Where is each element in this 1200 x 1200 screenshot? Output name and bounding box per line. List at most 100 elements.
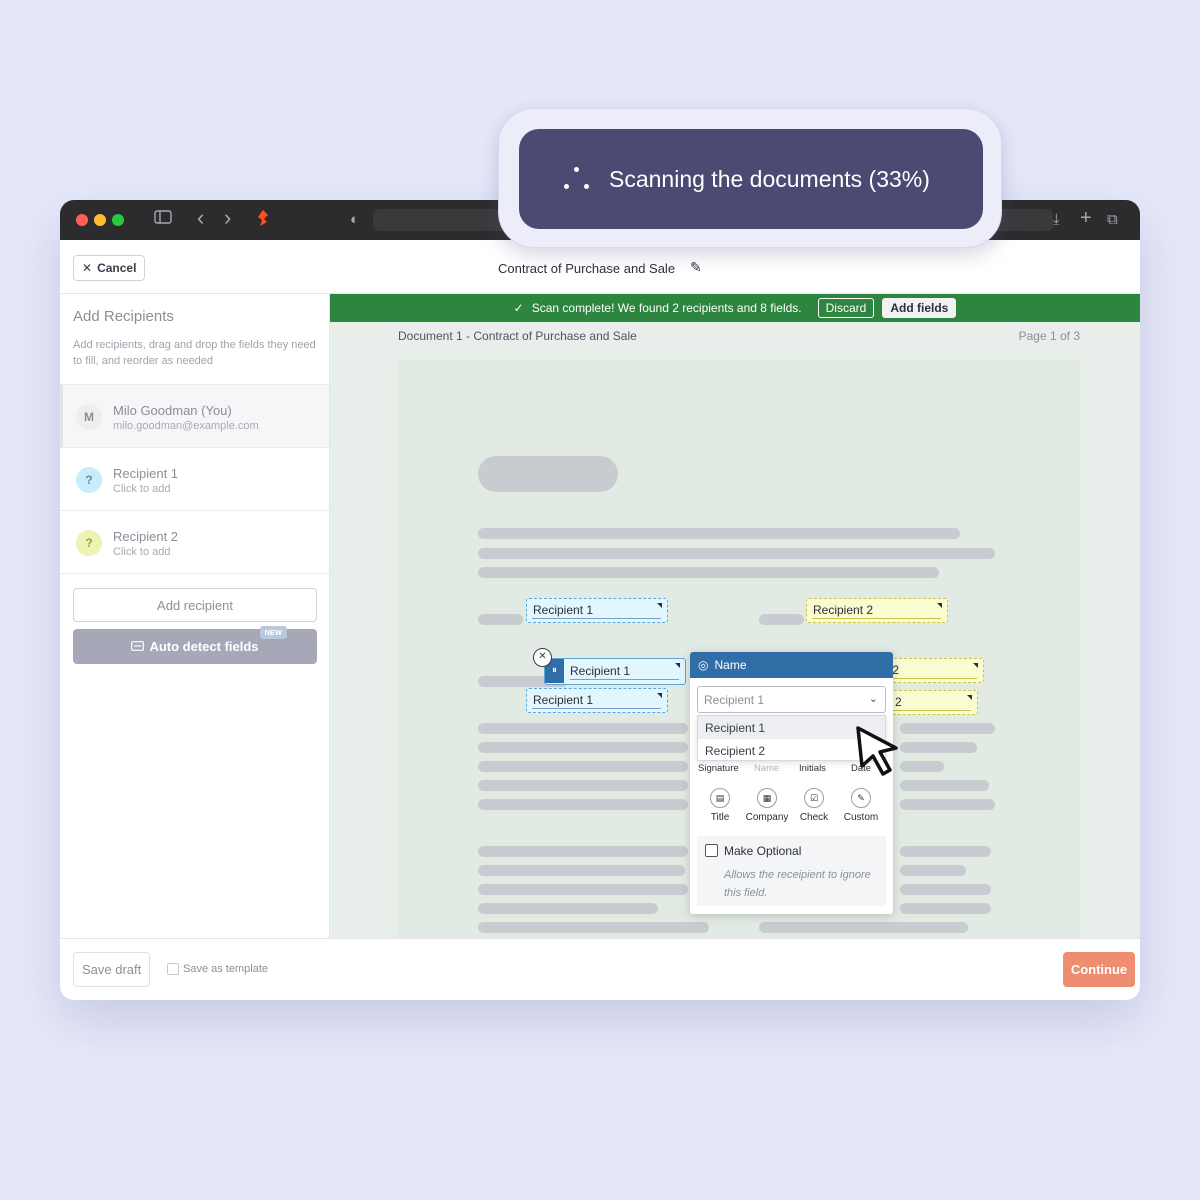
- placeholder-line: [900, 884, 991, 895]
- sidebar-icon[interactable]: [154, 210, 172, 230]
- field-type-custom[interactable]: ✎ Custom: [836, 788, 886, 823]
- recipient-select[interactable]: Recipient 1 ⌄: [697, 686, 886, 713]
- document-title: Contract of Purchase and Sale: [498, 261, 676, 276]
- back-icon[interactable]: ‹: [197, 207, 204, 229]
- field-type-initials[interactable]: Initials: [799, 763, 826, 774]
- cancel-button[interactable]: ✕ Cancel: [73, 255, 146, 281]
- add-fields-button[interactable]: Add fields: [882, 298, 957, 318]
- save-draft-button[interactable]: Save draft: [73, 952, 151, 987]
- save-as-template-label: Save as template: [183, 963, 268, 975]
- placeholder-line: [478, 846, 688, 857]
- mouse-cursor-icon: [852, 724, 902, 781]
- sidebar-header: Add Recipients Add recipients, drag and …: [60, 294, 329, 385]
- placeholder-line: [478, 528, 960, 539]
- placeholder-line: [900, 742, 977, 753]
- signature-field-recipient-2[interactable]: Recipient 2: [806, 598, 948, 623]
- make-optional-description: Allows the receipient to ignore this fie…: [724, 869, 871, 899]
- field-type-check[interactable]: ☑ Check: [789, 788, 839, 823]
- new-badge: NEW: [259, 626, 287, 639]
- pencil-icon: ✎: [851, 788, 871, 808]
- checkmark-icon: ✓: [513, 301, 524, 315]
- recipient-hint: Click to add: [113, 483, 171, 495]
- field-label: 2: [895, 695, 902, 709]
- popover-title: Name: [714, 658, 747, 672]
- field-type-signature[interactable]: Signature: [698, 763, 739, 774]
- document-area: ✓ Scan complete! We found 2 recipients a…: [330, 294, 1140, 938]
- field-type-company[interactable]: ▦ Company: [742, 788, 792, 823]
- recipient-name: Recipient 2: [113, 529, 179, 544]
- placeholder-line: [478, 723, 688, 734]
- placeholder-line: [478, 548, 995, 559]
- maximize-window-button[interactable]: [112, 214, 124, 226]
- browser-window: ‹ › ◐ ⤓ + ⧉ ✕ Cancel Contract of Purchas…: [60, 200, 1140, 1000]
- user-circle-icon: ◎: [698, 658, 709, 672]
- placeholder-line: [478, 922, 709, 933]
- minimize-window-button[interactable]: [94, 214, 106, 226]
- loading-spinner-icon: [564, 167, 590, 193]
- field-settings-popover: ◎ Name Recipient 1 ⌄ Recipient 1 Recipie…: [690, 652, 893, 914]
- field-label: Recipient 1: [570, 664, 631, 678]
- make-optional-checkbox[interactable]: [705, 844, 718, 857]
- dropdown-corner-icon: [937, 603, 942, 608]
- date-field-recipient-1[interactable]: Recipient 1: [526, 688, 668, 713]
- recipients-sidebar: Add Recipients Add recipients, drag and …: [60, 294, 330, 938]
- auto-detect-fields-button[interactable]: Auto detect fields NEW: [73, 626, 317, 664]
- placeholder-line: [478, 761, 688, 772]
- placeholder-line: [900, 903, 991, 914]
- placeholder-line: [478, 799, 688, 810]
- placeholder-heading: [478, 456, 618, 492]
- continue-button[interactable]: Continue: [1063, 952, 1135, 987]
- placeholder-line: [900, 761, 944, 772]
- signature-field-recipient-1[interactable]: Recipient 1: [526, 598, 668, 623]
- remove-field-icon[interactable]: ✕: [533, 648, 552, 667]
- selected-name-field[interactable]: ⏸ Recipient 1: [544, 658, 686, 685]
- banner-message: Scan complete! We found 2 recipients and…: [531, 301, 802, 315]
- new-tab-icon[interactable]: +: [1080, 208, 1092, 228]
- close-window-button[interactable]: [76, 214, 88, 226]
- placeholder-line: [478, 742, 688, 753]
- dropdown-corner-icon: [675, 663, 680, 668]
- placeholder-line: [900, 780, 989, 791]
- dropdown-corner-icon: [657, 693, 662, 698]
- close-icon: ✕: [82, 261, 93, 275]
- recipient-item-you[interactable]: M Milo Goodman (You) milo.goodman@exampl…: [60, 385, 329, 448]
- tool-label: Company: [745, 812, 789, 823]
- tool-label: Check: [799, 812, 829, 823]
- placeholder-line: [478, 903, 658, 914]
- forward-icon[interactable]: ›: [224, 207, 231, 229]
- placeholder-line: [478, 884, 688, 895]
- placeholder-line: [478, 567, 939, 578]
- tabs-overview-icon[interactable]: ⧉: [1107, 210, 1118, 230]
- recipient-name: Recipient 1: [113, 466, 179, 481]
- placeholder-line: [478, 614, 523, 625]
- placeholder-line: [478, 865, 685, 876]
- scanning-status-text: Scanning the documents (33%): [609, 165, 930, 192]
- title-icon: ▤: [710, 788, 730, 808]
- placeholder-line: [900, 799, 995, 810]
- field-label: Recipient 1: [533, 693, 594, 707]
- save-as-template-checkbox[interactable]: [167, 963, 179, 975]
- recipient-item-2[interactable]: ? Recipient 2 Click to add: [60, 511, 329, 574]
- brand-logo-icon: [257, 210, 269, 232]
- placeholder-line: [900, 846, 991, 857]
- placeholder-line: [759, 922, 968, 933]
- scan-complete-banner: ✓ Scan complete! We found 2 recipients a…: [330, 294, 1140, 322]
- dropdown-corner-icon: [967, 695, 972, 700]
- document-label: Document 1 - Contract of Purchase and Sa…: [398, 329, 637, 343]
- pencil-icon[interactable]: ✎: [690, 259, 702, 276]
- dropdown-corner-icon: [973, 663, 978, 668]
- dropdown-corner-icon: [657, 603, 662, 608]
- check-icon: ☑: [804, 788, 824, 808]
- recipient-item-1[interactable]: ? Recipient 1 Click to add: [60, 448, 329, 511]
- tool-label: Title: [710, 812, 730, 823]
- page-indicator: Page 1 of 3: [1018, 329, 1080, 343]
- add-recipient-button[interactable]: Add recipient: [73, 588, 317, 622]
- download-icon[interactable]: ⤓: [1053, 210, 1060, 230]
- shield-icon[interactable]: ◐: [350, 210, 359, 230]
- recipient-select-value: Recipient 1: [704, 693, 765, 707]
- field-type-title[interactable]: ▤ Title: [695, 788, 745, 823]
- company-icon: ▦: [757, 788, 777, 808]
- discard-button[interactable]: Discard: [817, 298, 875, 318]
- field-type-name[interactable]: Name: [754, 763, 779, 774]
- popover-header: ◎ Name: [690, 652, 893, 678]
